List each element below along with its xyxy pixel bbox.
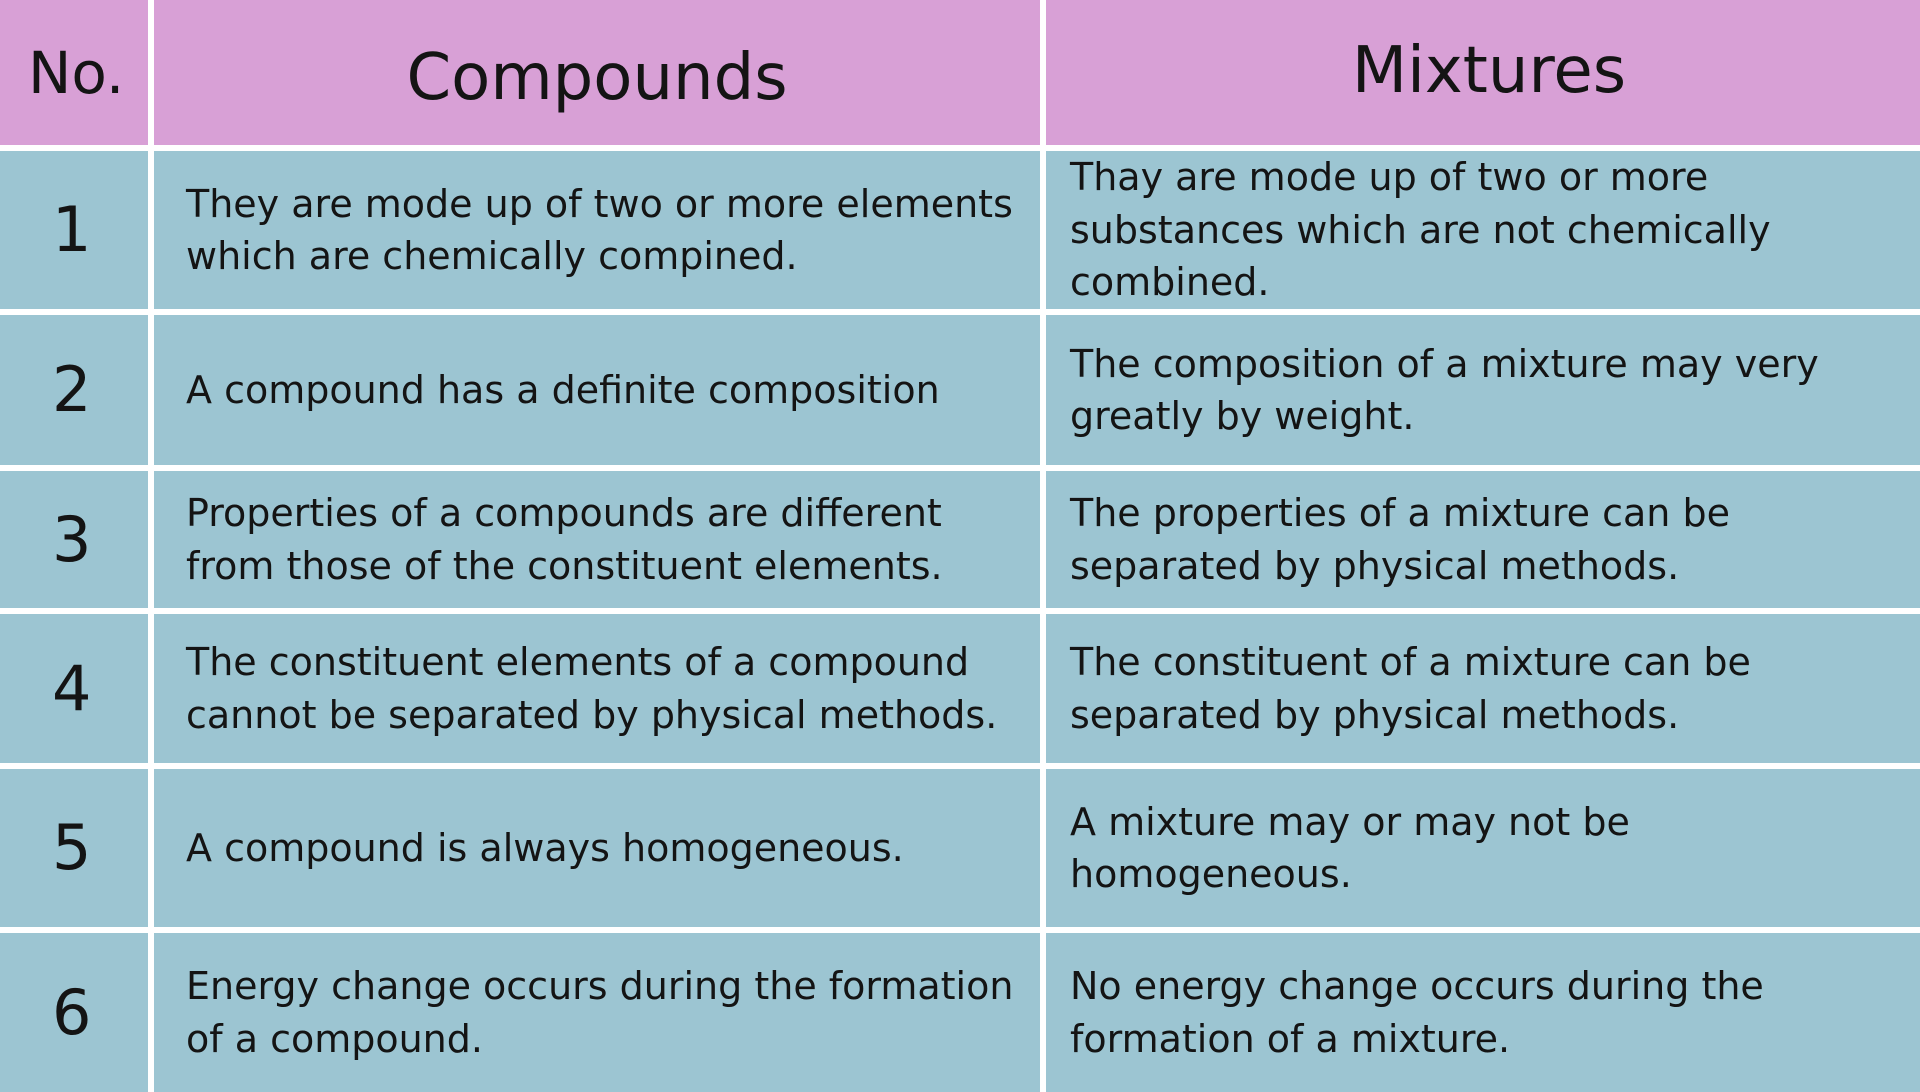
mixture-cell: A mixture may or may not be homogeneous.	[1046, 769, 1920, 927]
mixture-cell: The composition of a mixture may very gr…	[1046, 315, 1920, 465]
compound-cell: They are mode up of two or more elements…	[154, 151, 1040, 309]
header-compounds: Compounds	[154, 0, 1040, 145]
mixture-cell: Thay are mode up of two or more substanc…	[1046, 151, 1920, 309]
compound-cell: The constituent elements of a compound c…	[154, 614, 1040, 763]
row-number: 4	[0, 614, 148, 763]
mixture-cell: The constituent of a mixture can be sepa…	[1046, 614, 1920, 763]
mixture-cell: The properties of a mixture can be separ…	[1046, 471, 1920, 608]
row-number: 2	[0, 315, 148, 465]
header-mixtures: Mixtures	[1046, 0, 1920, 145]
compound-cell: Energy change occurs during the formatio…	[154, 933, 1040, 1092]
row-number: 1	[0, 151, 148, 309]
mixture-cell: No energy change occurs during the forma…	[1046, 933, 1920, 1092]
compound-cell: A compound has a definite composition	[154, 315, 1040, 465]
header-no: No.	[0, 0, 148, 145]
comparison-table: No. Compounds Mixtures 1 They are mode u…	[0, 0, 1920, 1092]
row-number: 5	[0, 769, 148, 927]
compound-cell: A compound is always homogeneous.	[154, 769, 1040, 927]
row-number: 6	[0, 933, 148, 1092]
compound-cell: Properties of a compounds are different …	[154, 471, 1040, 608]
row-number: 3	[0, 471, 148, 608]
